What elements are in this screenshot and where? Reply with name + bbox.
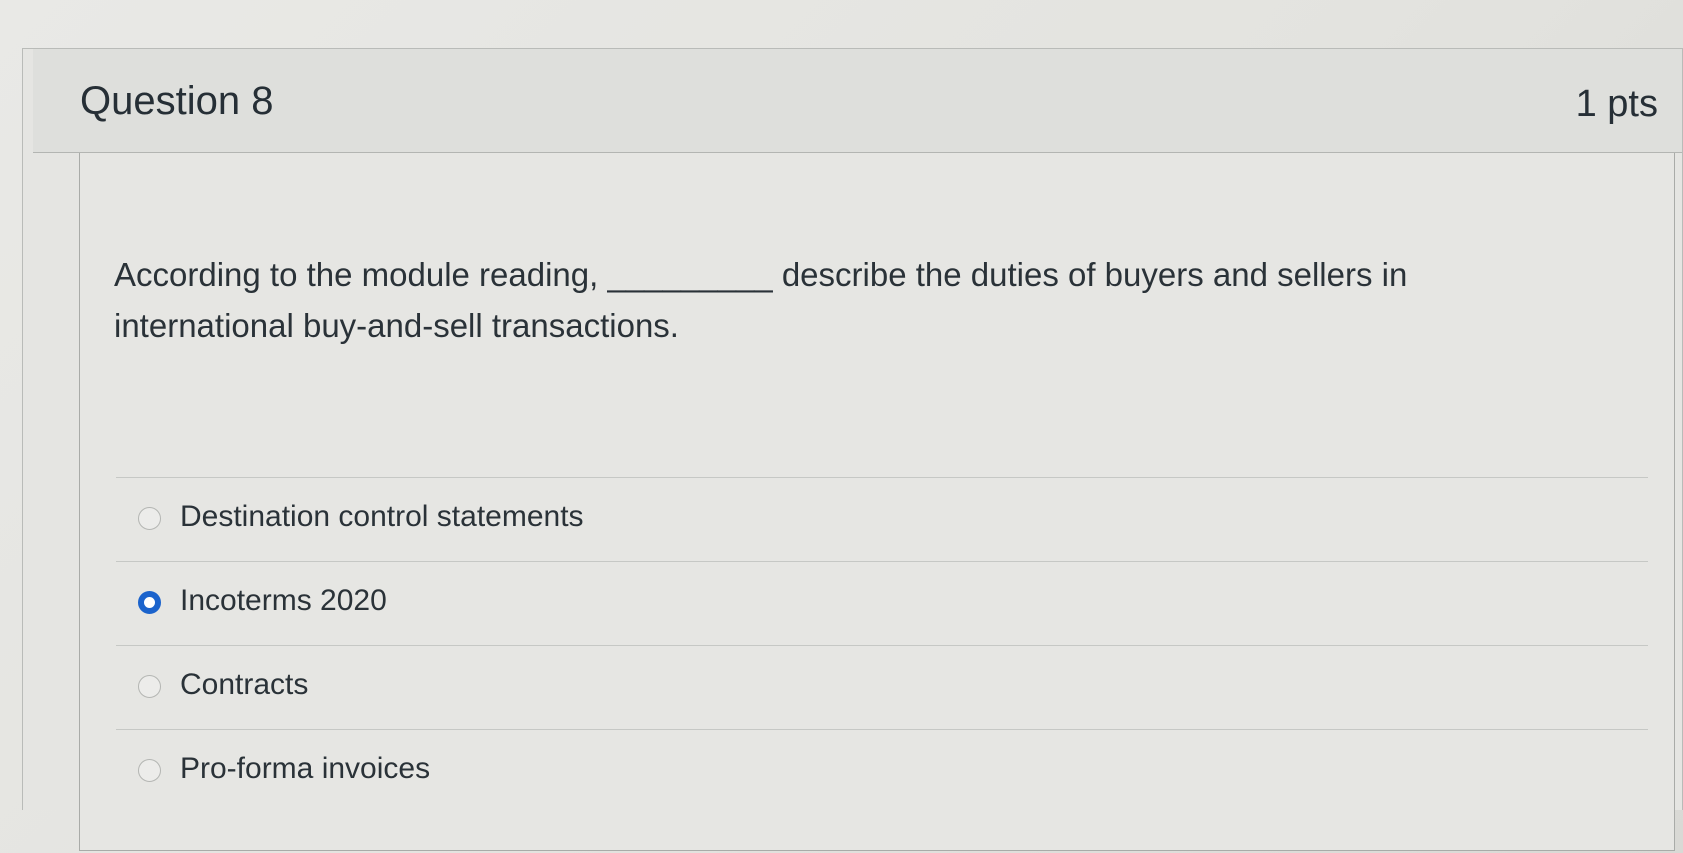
question-card: Question 8 1 pts According to the module… <box>22 48 1683 851</box>
answer-label[interactable]: Incoterms 2020 <box>180 582 387 620</box>
radio-button[interactable] <box>138 759 161 782</box>
answer-option[interactable]: Pro-forma invoices <box>116 729 1648 813</box>
radio-button[interactable] <box>138 675 161 698</box>
answer-option[interactable]: Destination control statements <box>116 477 1648 561</box>
answer-label[interactable]: Contracts <box>180 666 308 704</box>
question-header: Question 8 1 pts <box>33 49 1682 153</box>
answer-list: Destination control statements Incoterms… <box>116 477 1648 813</box>
answer-option[interactable]: Contracts <box>116 645 1648 729</box>
answer-label[interactable]: Destination control statements <box>180 498 584 536</box>
question-text: According to the module reading, _______… <box>114 256 1408 344</box>
question-body: According to the module reading, _______… <box>79 153 1675 851</box>
answer-label[interactable]: Pro-forma invoices <box>180 750 430 788</box>
answer-option[interactable]: Incoterms 2020 <box>116 561 1648 645</box>
radio-button[interactable] <box>138 591 161 614</box>
question-title: Question 8 <box>80 79 274 123</box>
question-points: 1 pts <box>1575 83 1658 125</box>
radio-button[interactable] <box>138 507 161 530</box>
